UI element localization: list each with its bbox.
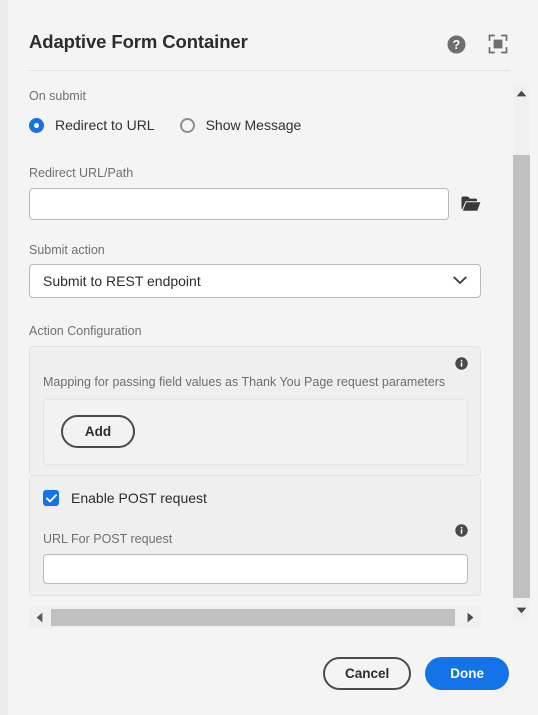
checkbox-checked-icon bbox=[43, 490, 59, 506]
triangle-down-icon[interactable] bbox=[513, 602, 530, 619]
redirect-url-input[interactable] bbox=[29, 188, 449, 220]
post-url-input[interactable] bbox=[43, 554, 468, 584]
dialog-header: Adaptive Form Container ? bbox=[0, 0, 538, 72]
done-button[interactable]: Done bbox=[425, 657, 509, 690]
post-url-label: URL For POST request bbox=[43, 532, 173, 546]
header-divider bbox=[29, 70, 510, 71]
enable-post-request-label: Enable POST request bbox=[71, 490, 207, 506]
triangle-right-icon[interactable] bbox=[462, 606, 479, 628]
svg-text:?: ? bbox=[452, 37, 460, 51]
dialog-footer: Cancel Done bbox=[0, 635, 538, 715]
radio-redirect-to-url[interactable]: Redirect to URL bbox=[29, 117, 155, 133]
settings-body: On submit Redirect to URL Show Message R… bbox=[0, 78, 538, 606]
enable-post-request-checkbox[interactable]: Enable POST request bbox=[43, 490, 207, 506]
radio-unselected-icon bbox=[179, 117, 195, 133]
info-icon[interactable] bbox=[455, 524, 468, 542]
action-configuration-label: Action Configuration bbox=[29, 324, 142, 338]
mapping-list-panel: Add bbox=[43, 399, 468, 465]
mapping-description: Mapping for passing field values as Than… bbox=[43, 375, 446, 389]
footer-button-group: Cancel Done bbox=[322, 657, 509, 690]
submit-action-select[interactable]: Submit to REST endpoint bbox=[29, 264, 481, 298]
on-submit-label: On submit bbox=[29, 89, 86, 103]
submit-action-label: Submit action bbox=[29, 243, 105, 257]
redirect-url-label: Redirect URL/Path bbox=[29, 166, 134, 180]
folder-icon[interactable] bbox=[456, 189, 486, 219]
chevron-down-icon bbox=[453, 272, 467, 290]
horizontal-scrollbar-thumb[interactable] bbox=[51, 609, 455, 626]
mapping-card: Mapping for passing field values as Than… bbox=[29, 346, 481, 476]
add-button[interactable]: Add bbox=[61, 415, 135, 448]
on-submit-radio-group: Redirect to URL Show Message bbox=[29, 117, 301, 133]
radio-selected-icon bbox=[29, 117, 44, 133]
adaptive-form-container-dialog: Adaptive Form Container ? On submit Redi… bbox=[0, 0, 538, 715]
header-icon-group: ? bbox=[445, 33, 509, 55]
vertical-scrollbar[interactable] bbox=[513, 85, 530, 619]
post-request-card: Enable POST request URL For POST request bbox=[29, 476, 481, 596]
radio-show-message-label: Show Message bbox=[205, 117, 302, 133]
redirect-url-row bbox=[29, 188, 486, 220]
cancel-button[interactable]: Cancel bbox=[322, 657, 412, 690]
info-icon[interactable] bbox=[455, 357, 468, 375]
triangle-left-icon[interactable] bbox=[31, 606, 48, 628]
vertical-scrollbar-thumb[interactable] bbox=[513, 155, 530, 598]
help-circle-icon[interactable]: ? bbox=[445, 33, 467, 55]
submit-action-selected-value: Submit to REST endpoint bbox=[43, 273, 201, 289]
horizontal-scrollbar[interactable] bbox=[29, 606, 481, 628]
radio-show-message[interactable]: Show Message bbox=[179, 117, 302, 133]
radio-redirect-to-url-label: Redirect to URL bbox=[55, 117, 155, 133]
fullscreen-icon[interactable] bbox=[487, 33, 509, 55]
page-title: Adaptive Form Container bbox=[29, 31, 248, 52]
triangle-up-icon[interactable] bbox=[513, 85, 530, 102]
